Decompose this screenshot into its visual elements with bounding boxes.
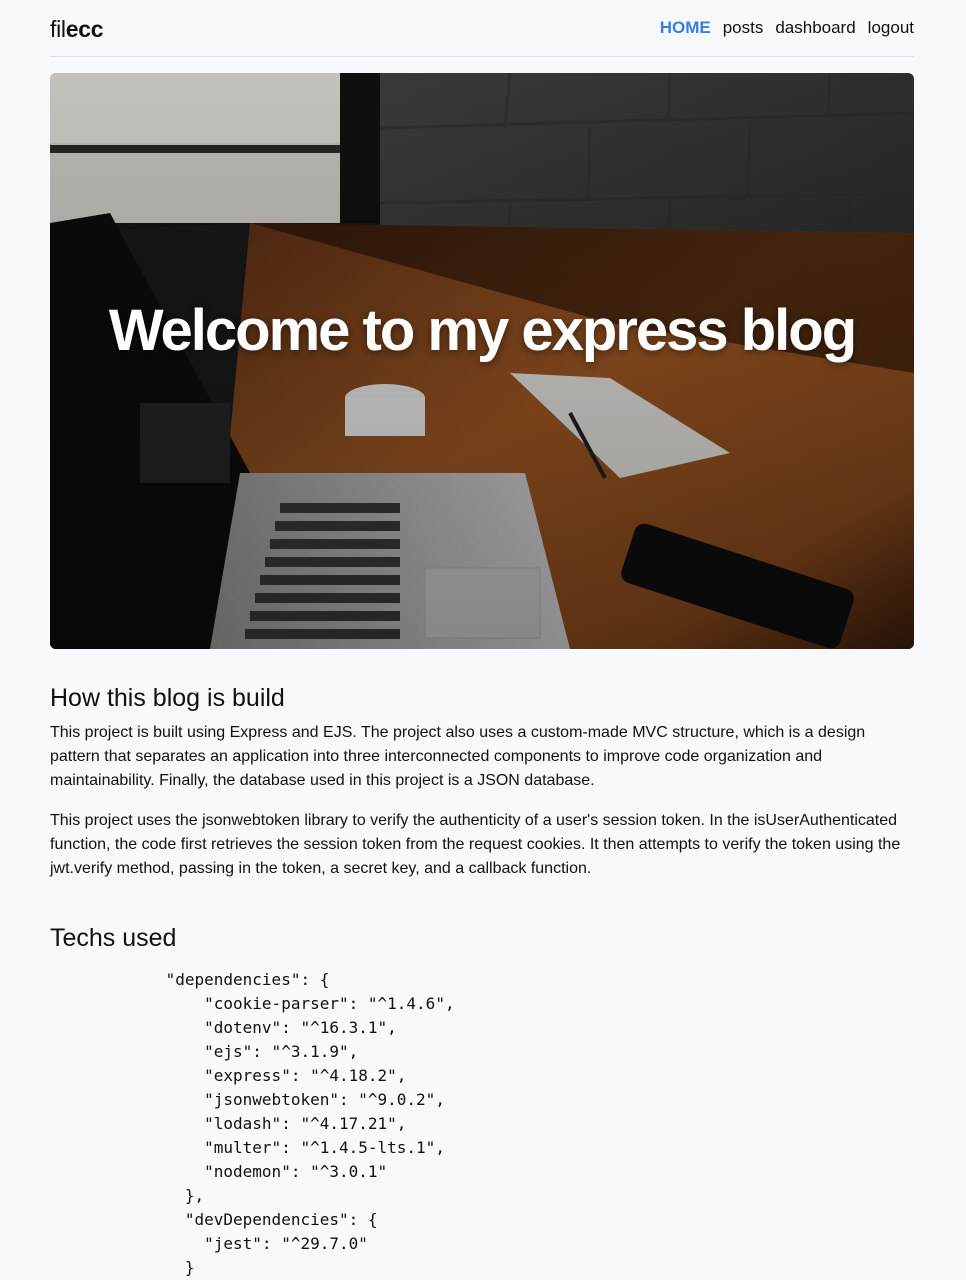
nav-logout-link[interactable]: logout xyxy=(868,17,914,39)
nav-dashboard-link[interactable]: dashboard xyxy=(775,17,855,39)
hero-banner: Welcome to my express blog xyxy=(50,73,914,649)
logo-part-light: fil xyxy=(50,16,66,42)
section-title-techs: Techs used xyxy=(50,924,177,952)
page: filecc HOME posts dashboard logout Welco… xyxy=(0,0,966,1277)
logo-part-bold: ecc xyxy=(65,16,104,42)
nav-posts-link[interactable]: posts xyxy=(723,17,764,39)
dependencies-code-block: "dependencies": { "cookie-parser": "^1.4… xyxy=(165,970,455,1277)
paragraph-intro: This project is built using Express and … xyxy=(50,724,866,789)
nav-home-link[interactable]: HOME xyxy=(660,17,711,39)
paragraph-jwt: This project uses the jsonwebtoken libra… xyxy=(50,812,901,877)
site-logo[interactable]: filecc xyxy=(50,15,104,43)
header: filecc HOME posts dashboard logout xyxy=(50,0,914,57)
section-title-how-built: How this blog is build xyxy=(50,684,285,712)
hero-title: Welcome to my express blog xyxy=(108,298,857,363)
main-nav: HOME posts dashboard logout xyxy=(660,17,914,39)
